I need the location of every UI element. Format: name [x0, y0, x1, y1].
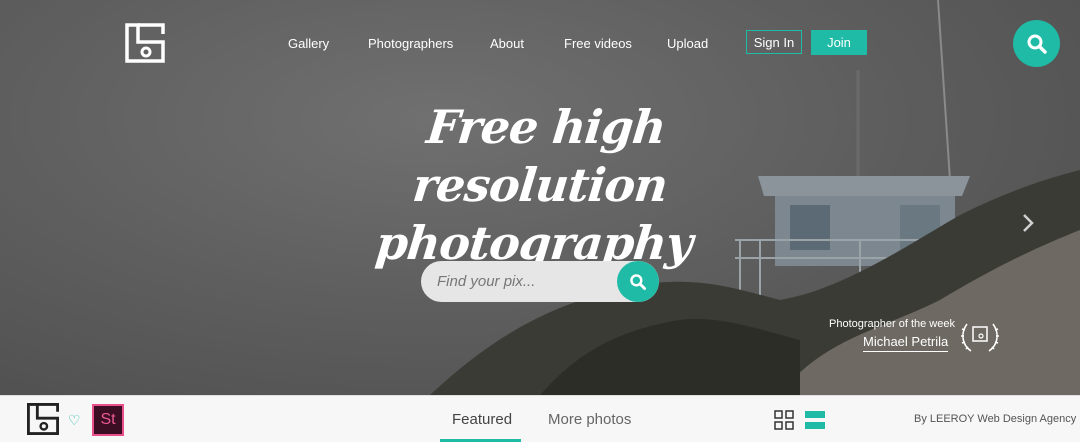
heart-icon[interactable]: ♡ [68, 412, 81, 429]
grid-view-icon[interactable] [774, 410, 794, 430]
logo-icon[interactable] [26, 402, 60, 436]
hero-section: Gallery Photographers About Free videos … [0, 0, 1080, 395]
search-icon [630, 273, 646, 290]
hero-search-button[interactable] [617, 261, 659, 302]
nav-gallery-link[interactable]: Gallery [288, 36, 329, 51]
photographer-of-week-name[interactable]: Michael Petrila [863, 334, 949, 352]
adobe-stock-badge[interactable]: St [92, 404, 124, 436]
nav-upload-link[interactable]: Upload [667, 36, 708, 51]
laurel-badge-icon [961, 323, 999, 352]
join-button[interactable]: Join [811, 30, 867, 55]
tab-more-photos[interactable]: More photos [548, 411, 631, 428]
bottom-toolbar: ♡ St Featured More photos By LEEROY Web … [0, 395, 1080, 442]
sign-in-button[interactable]: Sign In [746, 30, 802, 54]
nav-free-videos-link[interactable]: Free videos [564, 36, 632, 51]
tab-featured[interactable]: Featured [452, 411, 512, 428]
photographer-of-week-caption: Photographer of the week [829, 318, 955, 330]
search-icon [1027, 34, 1047, 54]
hero-headline: Free high resolution photography [291, 98, 789, 272]
list-view-icon[interactable] [805, 410, 825, 430]
header-search-button[interactable] [1013, 20, 1060, 67]
agency-credit[interactable]: By LEEROY Web Design Agency [914, 413, 1076, 425]
hero-headline-line1: Free high resolution [410, 100, 670, 212]
chevron-right-icon[interactable] [1020, 212, 1036, 234]
main-nav: Gallery Photographers About Free videos … [0, 30, 1080, 58]
hero-search-input[interactable] [437, 261, 617, 302]
nav-about-link[interactable]: About [490, 36, 524, 51]
nav-photographers-link[interactable]: Photographers [368, 36, 453, 51]
